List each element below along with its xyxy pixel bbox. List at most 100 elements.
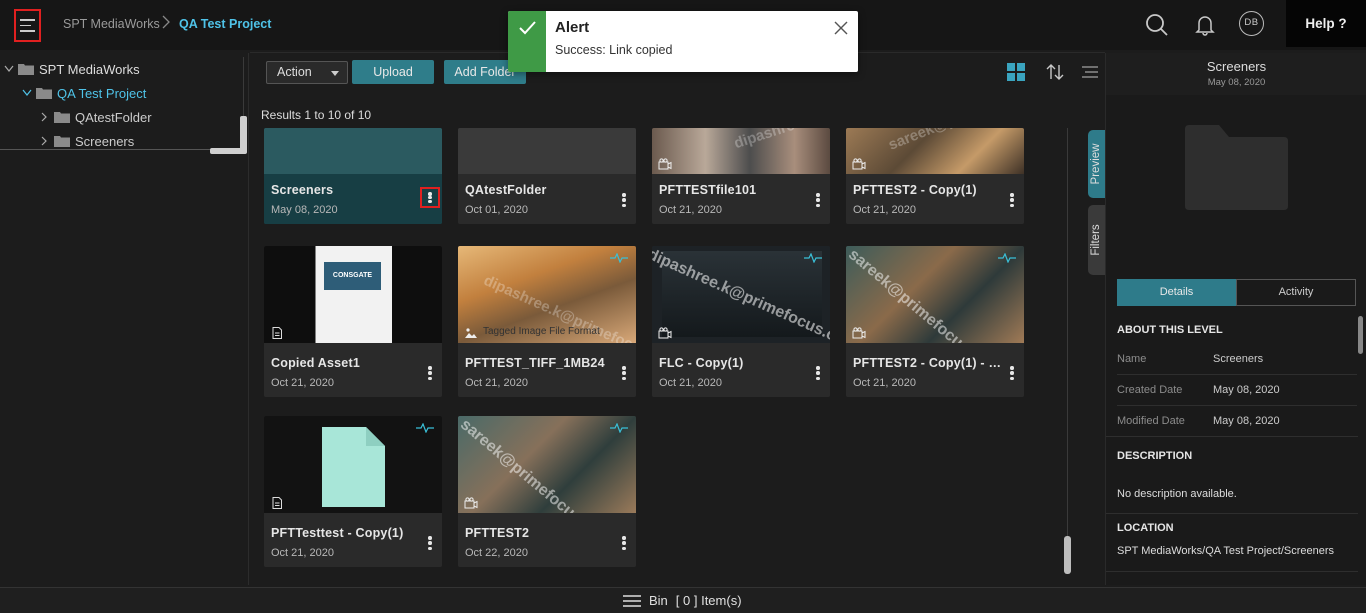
asset-card-pfttest-tiff[interactable]: dipashree.k@primefocus.com 30/10/2020 13… (458, 246, 636, 397)
card-name: PFTTesttest - Copy(1) (271, 526, 404, 540)
more-options-icon[interactable] (420, 187, 440, 208)
tab-activity[interactable]: Activity (1236, 279, 1356, 306)
alert-success-bar (508, 11, 546, 72)
details-header: Screeners May 08, 2020 (1106, 53, 1366, 95)
grid-scrollbar-track (1067, 128, 1068, 573)
folder-icon (18, 64, 34, 75)
close-icon[interactable] (834, 21, 848, 35)
filters-side-tab[interactable]: Filters (1088, 205, 1106, 275)
field-value: Screeners (1213, 353, 1264, 365)
card-date: Oct 21, 2020 (659, 377, 722, 389)
details-scrollbar[interactable] (1358, 316, 1363, 354)
tree-item-label: Screeners (75, 133, 135, 149)
hamburger-menu-icon[interactable] (14, 9, 41, 42)
asset-card-pfttest2-copy-copy[interactable]: sareek@primefocus 30/10/2020 13:56+00 PF… (846, 246, 1024, 397)
field-label: Modified Date (1117, 415, 1185, 427)
asset-card-flc-copy[interactable]: dipashree.k@primefocus.com 30/10/2020 13… (652, 246, 830, 397)
asset-card-screeners[interactable]: Screeners May 08, 2020 (264, 128, 442, 224)
upload-button[interactable]: Upload (352, 60, 434, 84)
card-name: QAtestFolder (465, 183, 547, 197)
card-date: May 08, 2020 (271, 204, 338, 216)
asset-card-pfttest2-copy[interactable]: sareek@primefocus 30/10/2020 13:56+00 PF… (846, 128, 1024, 224)
more-options-icon[interactable] (812, 364, 824, 382)
more-options-icon[interactable] (424, 534, 436, 552)
more-options-icon[interactable] (1006, 364, 1018, 382)
bin-toggle[interactable]: Bin [ 0 ] Item(s) (623, 593, 742, 608)
help-button[interactable]: Help ? (1286, 0, 1366, 47)
card-name: PFTTEST_TIFF_1MB24 (465, 356, 605, 370)
thumbnail-watermark: sareek@primefocus 30/10/2020 13:56+00 (886, 128, 1024, 154)
bin-count: [ 0 ] Item(s) (675, 593, 742, 608)
card-name: PFTTEST2 (465, 526, 530, 540)
sort-icon[interactable] (1045, 62, 1065, 82)
activity-pulse-icon (610, 253, 628, 263)
more-options-icon[interactable] (618, 534, 630, 552)
card-info: PFTTEST2 - Copy(1) Oct 21, 2020 (846, 174, 1024, 224)
grid-scrollbar[interactable] (1064, 536, 1071, 574)
image-icon (465, 328, 477, 338)
chevron-right-icon[interactable] (40, 112, 48, 122)
thumbnail-logo: CONSGATE (324, 262, 381, 290)
search-icon[interactable] (1144, 12, 1170, 38)
folder-thumbnail (458, 128, 636, 174)
asset-card-qatestfolder[interactable]: QAtestFolder Oct 01, 2020 (458, 128, 636, 224)
breadcrumb-root[interactable]: SPT MediaWorks (63, 17, 160, 31)
bottom-bar: Bin [ 0 ] Item(s) (0, 587, 1366, 613)
folder-icon (54, 136, 70, 147)
field-label: Name (1117, 353, 1147, 365)
chevron-right-icon[interactable] (40, 136, 48, 146)
action-dropdown[interactable]: Action (266, 61, 348, 84)
folder-icon (36, 88, 52, 99)
activity-pulse-icon (416, 423, 434, 433)
folder-icon (54, 112, 70, 123)
section-divider (1106, 513, 1358, 514)
card-date: Oct 01, 2020 (465, 204, 528, 216)
field-divider (1117, 374, 1357, 375)
alert-title: Alert (555, 19, 590, 36)
more-options-icon[interactable] (618, 364, 630, 382)
tree-item-qa-test-project[interactable]: QA Test Project (22, 83, 146, 103)
card-name: PFTTESTfile101 (659, 183, 757, 197)
tab-details[interactable]: Details (1117, 279, 1236, 306)
card-info: PFTTESTfile101 Oct 21, 2020 (652, 174, 830, 224)
more-options-icon[interactable] (812, 191, 824, 209)
folder-preview-icon (1185, 125, 1288, 210)
details-title: Screeners (1206, 59, 1267, 74)
breadcrumb-separator (162, 15, 170, 32)
asset-card-pfttestfile101[interactable]: dipashree.k@primefocus.com 30/10/2020 13… (652, 128, 830, 224)
thumbnail-watermark: dipashree.k@primefocus.com 30/10/2020 13… (732, 128, 830, 152)
grid-view-icon[interactable] (1006, 62, 1026, 82)
asset-card-pfttest2[interactable]: sareek@primefocus 30/10/2020 13:56+00 PF… (458, 416, 636, 567)
tree-item-qatestfolder[interactable]: QAtestFolder (40, 107, 152, 127)
chevron-down-icon[interactable] (22, 89, 32, 97)
preview-side-tab[interactable]: Preview (1088, 130, 1106, 198)
card-info: PFTTEST2 Oct 22, 2020 (458, 517, 636, 567)
more-options-icon[interactable] (424, 364, 436, 382)
tree-item-label: SPT MediaWorks (39, 61, 140, 77)
description-text: No description available. (1117, 488, 1237, 500)
user-avatar[interactable]: DB (1239, 11, 1264, 36)
more-options-icon[interactable] (618, 191, 630, 209)
card-info: PFTTEST_TIFF_1MB24 Oct 21, 2020 (458, 347, 636, 397)
caret-down-icon (331, 71, 339, 76)
video-camera-icon (464, 497, 478, 509)
tree-resize-handle-horizontal[interactable] (210, 148, 247, 154)
video-thumbnail: sareek@primefocus 30/10/2020 13:56+00 (846, 128, 1024, 174)
thumbnail-caption: Tagged Image File Format (483, 326, 600, 337)
asset-card-pfttesttest-copy[interactable]: PFTTesttest - Copy(1) Oct 21, 2020 (264, 416, 442, 567)
card-date: Oct 21, 2020 (853, 204, 916, 216)
notification-bell-icon[interactable] (1192, 12, 1218, 38)
list-view-icon[interactable] (1080, 62, 1100, 82)
preview-tab-label: Preview (1090, 143, 1102, 185)
card-name: FLC - Copy(1) (659, 356, 744, 370)
more-options-icon[interactable] (1006, 191, 1018, 209)
card-date: Oct 21, 2020 (853, 377, 916, 389)
tree-item-spt-mediaworks[interactable]: SPT MediaWorks (4, 59, 140, 79)
bin-label: Bin (649, 593, 668, 608)
asset-card-copied-asset1[interactable]: CONSGATE Copied Asset1 Oct 21, 2020 (264, 246, 442, 397)
breadcrumb-current[interactable]: QA Test Project (179, 17, 271, 31)
field-divider (1117, 405, 1357, 406)
tree-item-screeners[interactable]: Screeners (40, 131, 134, 151)
activity-pulse-icon (998, 253, 1016, 263)
chevron-down-icon[interactable] (4, 65, 14, 73)
